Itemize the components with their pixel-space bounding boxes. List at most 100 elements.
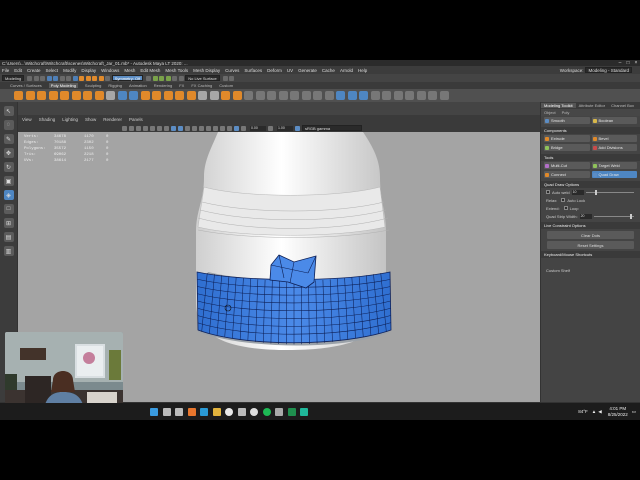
edge-icon[interactable]: [200, 407, 208, 416]
auto-weld-checkbox[interactable]: [546, 190, 550, 194]
boolean-union-icon[interactable]: [163, 91, 173, 100]
menu-surfaces[interactable]: Surfaces: [244, 68, 262, 73]
snap-view-icon[interactable]: [98, 75, 104, 81]
save-scene-icon[interactable]: [40, 75, 46, 81]
menu-mesh-display[interactable]: Mesh Display: [193, 68, 220, 73]
viewport-menu-lighting[interactable]: Lighting: [62, 117, 78, 122]
quad-strip-field[interactable]: 20: [579, 213, 592, 219]
append-icon[interactable]: [244, 91, 253, 100]
isolate-select-icon[interactable]: [234, 125, 239, 131]
menu-uv[interactable]: UV: [287, 68, 293, 73]
menu-mesh[interactable]: Mesh: [124, 68, 135, 73]
viewport-menu-panels[interactable]: Panels: [129, 117, 143, 122]
clock[interactable]: 4:01 PM 8/25/2022: [608, 406, 628, 418]
multi-cut-button[interactable]: Multi-Cut: [544, 162, 590, 169]
boolean-button[interactable]: Boolean: [591, 117, 637, 124]
exposure-icon[interactable]: [241, 125, 246, 131]
poly-torus-icon[interactable]: [60, 91, 69, 100]
auto-uv-icon[interactable]: [347, 91, 357, 100]
user-icon[interactable]: [229, 75, 235, 81]
lights-icon[interactable]: [206, 125, 211, 131]
bridge-button[interactable]: Bridge: [544, 144, 590, 151]
volume-icon[interactable]: ◀: [598, 409, 601, 415]
camera-icon[interactable]: [222, 75, 228, 81]
default-material-icon[interactable]: [185, 125, 190, 131]
fill-hole-icon[interactable]: [255, 91, 265, 100]
excel-icon[interactable]: [287, 407, 296, 416]
persp-graph-icon[interactable]: ▥: [3, 246, 14, 256]
live-surface-field[interactable]: No Live Surface: [185, 75, 220, 81]
boolean-diff-icon[interactable]: [175, 91, 184, 100]
offset-loop-icon[interactable]: [324, 91, 334, 100]
auto-weld-slider[interactable]: [585, 189, 634, 195]
search-icon[interactable]: [162, 407, 171, 416]
rotate-tool-icon[interactable]: ↻: [3, 162, 14, 172]
loop-checkbox[interactable]: [563, 206, 568, 210]
center-pivot-icon[interactable]: [439, 91, 449, 100]
wireframe-icon[interactable]: [171, 125, 176, 131]
lasso-tool-icon[interactable]: ◌: [3, 120, 14, 130]
platonic-icon[interactable]: [94, 91, 104, 100]
menu-deform[interactable]: Deform: [267, 68, 282, 73]
render-settings-icon[interactable]: [165, 75, 171, 81]
menu-select[interactable]: Select: [46, 68, 59, 73]
windows-start-icon[interactable]: [150, 407, 158, 416]
snap-point-icon[interactable]: [92, 75, 98, 81]
xray-icon[interactable]: [227, 125, 232, 131]
target-weld-button[interactable]: Target Weld: [591, 162, 637, 169]
menu-arnold[interactable]: Arnold: [340, 68, 353, 73]
extrude-button[interactable]: Extrude: [544, 135, 590, 142]
gear-icon[interactable]: [275, 407, 283, 416]
delete-history-icon[interactable]: [416, 91, 426, 100]
camera-attr-icon[interactable]: [122, 125, 127, 131]
insert-loop-icon[interactable]: [313, 91, 322, 100]
persp-outliner-icon[interactable]: ▤: [3, 232, 14, 242]
super-shape-icon[interactable]: [106, 91, 115, 100]
select-by-component-icon[interactable]: [72, 75, 78, 81]
make-live-icon[interactable]: [105, 75, 111, 81]
new-scene-icon[interactable]: [27, 75, 33, 81]
menu-curves[interactable]: Curves: [225, 68, 239, 73]
viewport-menu-renderer[interactable]: Renderer: [103, 117, 122, 122]
obs-icon[interactable]: [250, 407, 258, 416]
bookmark-icon[interactable]: [129, 125, 134, 131]
resolution-gate-icon[interactable]: [157, 125, 162, 131]
chrome-icon[interactable]: [225, 407, 233, 416]
extrude-shelf-icon[interactable]: [221, 91, 230, 100]
undo-icon[interactable]: [46, 75, 52, 81]
image-plane-icon[interactable]: [136, 125, 141, 131]
shelf-tab-animation[interactable]: Animation: [129, 83, 147, 88]
extract-icon[interactable]: [140, 91, 150, 100]
menu-file[interactable]: File: [2, 68, 9, 73]
poly-sphere-icon[interactable]: [14, 91, 23, 100]
viewport-menu-show[interactable]: Show: [85, 117, 96, 122]
planar-uv-icon[interactable]: [336, 91, 345, 100]
render-icon[interactable]: [152, 75, 158, 81]
mode-select[interactable]: Modeling: [2, 75, 25, 81]
film-gate-icon[interactable]: [150, 125, 155, 131]
slider-handle[interactable]: [629, 213, 632, 219]
smooth-shelf-icon[interactable]: [152, 91, 161, 100]
file-explorer-icon[interactable]: [212, 407, 221, 416]
poly-cone-icon[interactable]: [48, 91, 58, 100]
scale-tool-icon[interactable]: ▣: [3, 176, 14, 186]
network-icon[interactable]: ▲: [592, 409, 596, 414]
target-weld-shelf-icon[interactable]: [290, 91, 299, 100]
shelf-tab-curves-surfaces[interactable]: Curves / Surfaces: [10, 83, 42, 88]
select-by-hierarchy-icon[interactable]: [59, 75, 65, 81]
notification-icon[interactable]: ▭: [632, 409, 636, 415]
textured-icon[interactable]: [199, 125, 204, 131]
shelf-tab-rigging[interactable]: Rigging: [108, 83, 122, 88]
menu-edit-mesh[interactable]: Edit Mesh: [140, 68, 160, 73]
history-icon[interactable]: [146, 75, 152, 81]
select-by-object-icon[interactable]: [66, 75, 72, 81]
quad-draw-tool-icon[interactable]: ◈: [3, 190, 14, 200]
freeze-transform-icon[interactable]: [428, 91, 437, 100]
keyboard-shortcuts-section[interactable]: Keyboard/Mouse Shortcuts: [541, 251, 640, 258]
shelf-tab-custom[interactable]: Custom: [219, 83, 233, 88]
conform-icon[interactable]: [382, 91, 391, 100]
spotify-icon[interactable]: [262, 407, 271, 416]
menu-generate[interactable]: Generate: [298, 68, 317, 73]
bridge-shelf-icon[interactable]: [209, 91, 219, 100]
quad-draw-options-section[interactable]: Quad Draw Options: [541, 181, 640, 188]
